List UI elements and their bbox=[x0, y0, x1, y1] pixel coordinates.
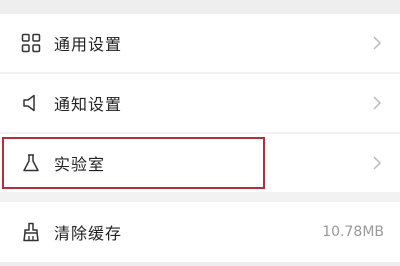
speaker-icon bbox=[19, 91, 43, 115]
settings-item-label: 通知设置 bbox=[54, 95, 123, 114]
chevron-right-icon bbox=[372, 35, 382, 51]
cache-size-value: 10.78MB bbox=[322, 224, 384, 240]
settings-item-notifications[interactable]: 通知设置 bbox=[0, 74, 400, 132]
settings-item-general[interactable]: 通用设置 bbox=[0, 14, 400, 72]
settings-item-label: 清除缓存 bbox=[54, 224, 123, 243]
flask-icon bbox=[19, 151, 43, 175]
settings-item-label: 通用设置 bbox=[54, 35, 123, 54]
chevron-right-icon bbox=[372, 155, 382, 171]
settings-screen: 通用设置 通知设置 实验室 清除缓存 10.78MB bbox=[0, 0, 400, 266]
settings-item-clear-cache[interactable]: 清除缓存 10.78MB bbox=[0, 202, 400, 262]
grid-icon bbox=[19, 31, 43, 55]
settings-item-lab[interactable]: 实验室 bbox=[0, 134, 400, 192]
broom-icon bbox=[19, 220, 43, 244]
settings-item-label: 实验室 bbox=[54, 155, 106, 174]
chevron-right-icon bbox=[372, 95, 382, 111]
top-strip bbox=[0, 0, 400, 10]
